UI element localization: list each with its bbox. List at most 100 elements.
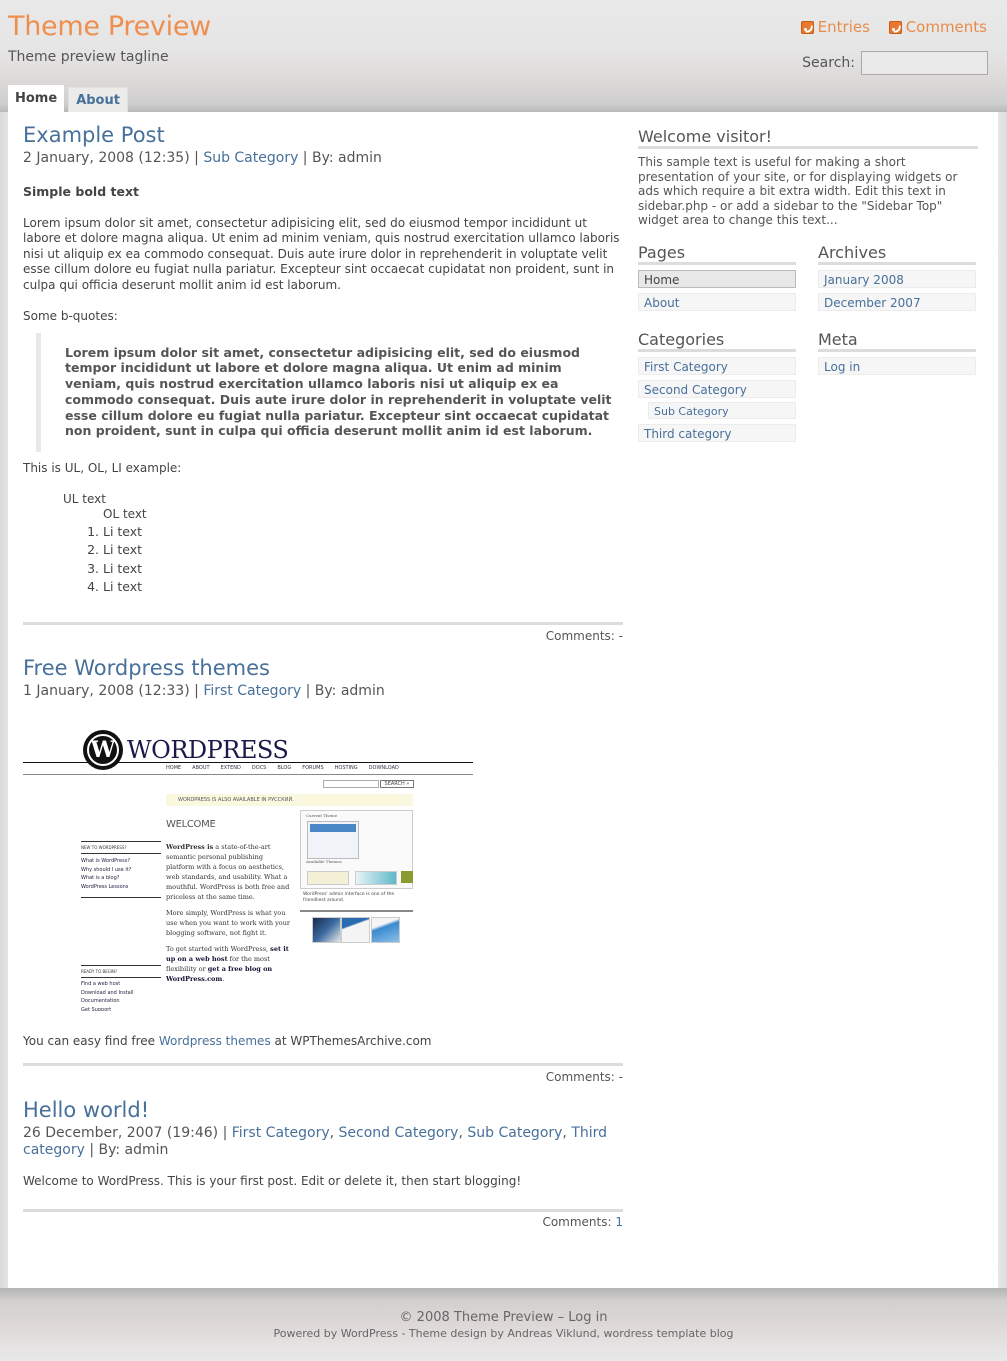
widget-title: Welcome visitor! [638, 127, 978, 149]
post-category-link[interactable]: Sub Category [467, 1125, 562, 1141]
screenshot-heading: READY TO BEGIN? [81, 965, 161, 978]
comments-label: Comments: [542, 1215, 616, 1229]
post-separator [23, 1063, 623, 1066]
search-input[interactable] [861, 51, 988, 75]
post-category-link[interactable]: Second Category [339, 1125, 459, 1141]
screenshot-new-links: What is WordPress? Why should I use it? … [81, 857, 131, 891]
wordpress-logo-icon: W [83, 730, 123, 770]
footer-text: - Theme design by [397, 1327, 508, 1340]
page-right-scroll-shadow [998, 112, 1007, 1288]
page-link-home[interactable]: Home [638, 270, 796, 288]
screenshot-text: . [222, 975, 225, 983]
archive-link[interactable]: January 2008 [818, 270, 976, 288]
post-body: Welcome to WordPress. This is your first… [23, 1174, 522, 1188]
screenshot-text: Current Theme [306, 813, 338, 818]
powered-by-link[interactable]: Powered by WordPress [273, 1327, 397, 1340]
post-category-link[interactable]: Sub Category [203, 150, 298, 166]
post-text: You can easy find free Wordpress themes … [23, 1034, 623, 1050]
entries-feed-link[interactable]: Entries [800, 18, 870, 36]
screenshot-nav-item: ABOUT [192, 765, 210, 771]
post-title[interactable]: Hello world! [23, 1098, 623, 1122]
post-author: | By: admin [298, 150, 382, 166]
screenshot-heading: NEW TO WORDPRESS? [81, 841, 161, 854]
archives-widget: Archives January 2008 December 2007 [818, 243, 976, 311]
entries-feed-label: Entries [817, 18, 870, 36]
post-title[interactable]: Free Wordpress themes [23, 656, 623, 680]
comments-count-link[interactable]: 1 [615, 1215, 623, 1229]
screenshot-bold: WordPress is [166, 843, 214, 851]
bquote-intro: Some b-quotes: [23, 309, 118, 323]
post-title[interactable]: Example Post [23, 123, 623, 147]
comments-count: - [618, 1070, 623, 1084]
screenshot-nav-item: EXTEND [220, 765, 241, 771]
screenshot-nav-item: HOME [166, 765, 182, 771]
widget-title: Categories [638, 330, 796, 352]
screenshot-search-button: SEARCH » [380, 780, 414, 788]
comments-label: Comments: [545, 629, 619, 643]
post-date: 1 January, 2008 (12:33) [23, 683, 190, 699]
category-link-label[interactable]: First Category [644, 360, 728, 374]
category-link-label[interactable]: Second Category [644, 383, 747, 397]
page-link-label[interactable]: About [644, 296, 679, 310]
ol-text: OL text [103, 507, 147, 522]
screenshot-nav-item: FORUMS [302, 765, 324, 771]
meta-separator: | [218, 1125, 232, 1141]
meta-link-login[interactable]: Log in [818, 357, 976, 375]
screenshot-text: Available Themes [306, 859, 342, 864]
category-link[interactable]: Third category [638, 424, 796, 442]
meta-link-label[interactable]: Log in [824, 360, 860, 374]
site-title[interactable]: Theme Preview [8, 11, 211, 42]
main-nav-tabs: Home About [8, 85, 132, 112]
post-meta: 2 January, 2008 (12:35) | Sub Category |… [23, 150, 623, 167]
post-category-link[interactable]: First Category [203, 683, 301, 699]
screenshot-link: What is WordPress? [81, 858, 130, 864]
screenshot-link: Find a web host [81, 981, 121, 987]
designer-link[interactable]: Andreas Viklund [507, 1327, 596, 1340]
list-item: Li text [103, 578, 623, 597]
post-meta: 26 December, 2007 (19:46) | First Catego… [23, 1125, 608, 1158]
comments-feed-link[interactable]: Comments [888, 18, 987, 36]
screenshot-link: Download and Install [81, 989, 134, 996]
screenshot-nav-item: DOCS [251, 765, 267, 771]
widget-title: Meta [818, 330, 976, 352]
post-date: 26 December, 2007 (19:46) [23, 1125, 219, 1141]
category-link-label[interactable]: Third category [644, 427, 731, 441]
wordpress-screenshot-image: W WORDPRESS HOME ABOUT EXTEND DOCS BLOG … [23, 724, 475, 1011]
archive-link-label[interactable]: January 2008 [824, 273, 904, 287]
list-intro: This is UL, OL, LI example: [23, 461, 182, 476]
template-blog-link[interactable]: wordress template blog [604, 1327, 734, 1340]
archive-link-label[interactable]: December 2007 [824, 296, 921, 310]
copyright-text: © 2008 Theme Preview [399, 1310, 554, 1325]
archive-link[interactable]: December 2007 [818, 293, 976, 311]
screenshot-nav: HOME ABOUT EXTEND DOCS BLOG FORUMS HOSTI… [166, 765, 399, 771]
widget-title: Archives [818, 243, 976, 265]
post-comments: Comments: - [23, 1070, 623, 1084]
footer-dash: – [553, 1310, 569, 1325]
post-comments: Comments: - [23, 629, 623, 643]
tab-home[interactable]: Home [8, 85, 65, 112]
screenshot-link: Why should I use it? [81, 866, 132, 873]
category-link-label[interactable]: Sub Category [654, 405, 729, 418]
comments-count: - [618, 629, 623, 643]
category-link[interactable]: Second Category [638, 380, 796, 398]
screenshot-notice: WORDPRESS IS ALSO AVAILABLE IN РУССКИЙ. [166, 794, 413, 806]
post-category-link[interactable]: First Category [232, 1125, 330, 1141]
page-container: Example Post 2 January, 2008 (12:35) | S… [8, 112, 998, 1288]
subcategory-link[interactable]: Sub Category [648, 402, 796, 419]
post-author: | By: admin [84, 1142, 169, 1158]
screenshot-caption: WordPress' admin interface is one of the… [303, 892, 395, 903]
footer-copyright: © 2008 Theme Preview – Log in [0, 1310, 1007, 1325]
wordpress-logo-text: WORDPRESS [127, 736, 289, 764]
page-link-about[interactable]: About [638, 293, 796, 311]
post-body: Simple bold text Lorem ipsum dolor sit a… [23, 184, 623, 597]
post-comments: Comments: 1 [23, 1215, 623, 1229]
category-link[interactable]: First Category [638, 357, 796, 375]
welcome-widget: Welcome visitor! This sample text is use… [638, 127, 978, 228]
screenshot-welcome: WELCOME [166, 819, 216, 830]
ul-list: UL text OL text Li text Li text Li text … [63, 492, 623, 597]
post-example: Example Post 2 January, 2008 (12:35) | S… [23, 123, 623, 597]
site-header: Theme Preview Theme preview tagline Entr… [0, 0, 1007, 112]
footer-login-link[interactable]: Log in [568, 1310, 607, 1325]
tab-about[interactable]: About [68, 87, 128, 112]
wordpress-themes-link[interactable]: Wordpress themes [159, 1034, 271, 1048]
